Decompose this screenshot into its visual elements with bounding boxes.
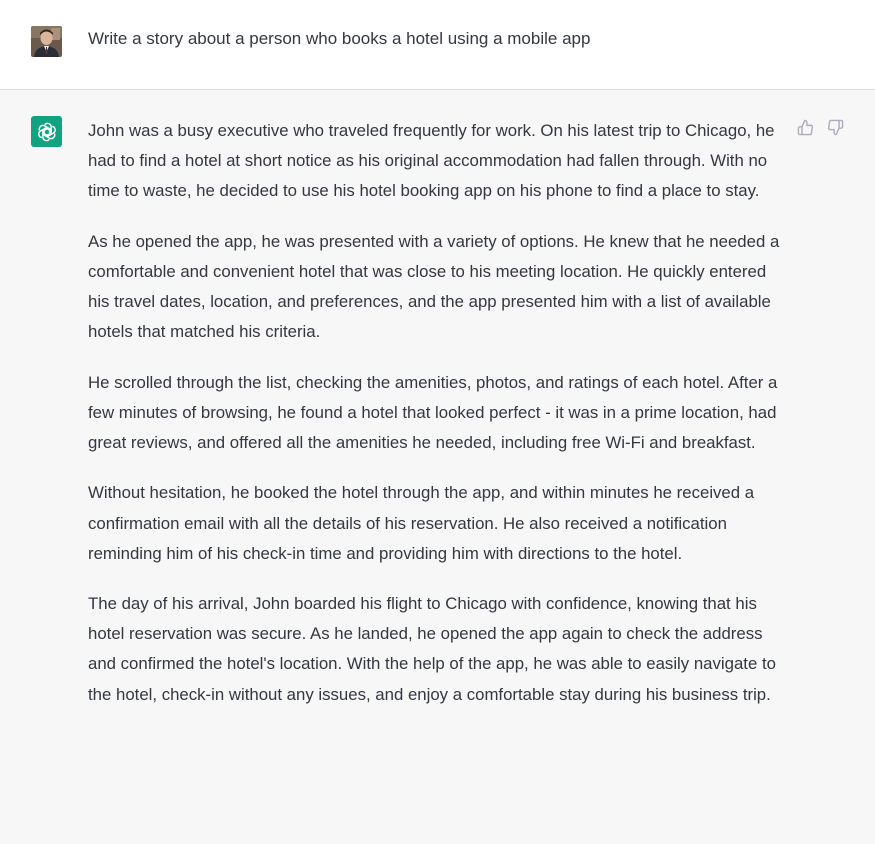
thumbs-up-icon	[797, 119, 814, 141]
user-avatar	[31, 26, 62, 57]
response-paragraph-1: John was a busy executive who traveled f…	[88, 121, 775, 201]
response-paragraph-3: He scrolled through the list, checking t…	[88, 372, 778, 452]
assistant-message-row: John was a busy executive who traveled f…	[0, 90, 875, 844]
feedback-buttons	[795, 119, 845, 141]
response-paragraph-5: The day of his arrival, John boarded his…	[88, 594, 776, 704]
user-message-text: Write a story about a person who books a…	[88, 29, 591, 48]
response-paragraph-2: As he opened the app, he was presented w…	[88, 231, 780, 342]
assistant-response: John was a busy executive who traveled f…	[88, 116, 788, 730]
thumbs-up-button[interactable]	[795, 119, 815, 141]
thumbs-down-button[interactable]	[825, 119, 845, 141]
user-message-row: Write a story about a person who books a…	[0, 0, 875, 90]
openai-logo-icon	[31, 116, 62, 147]
response-paragraph-4: Without hesitation, he booked the hotel …	[88, 483, 755, 563]
thumbs-down-icon	[827, 119, 844, 141]
